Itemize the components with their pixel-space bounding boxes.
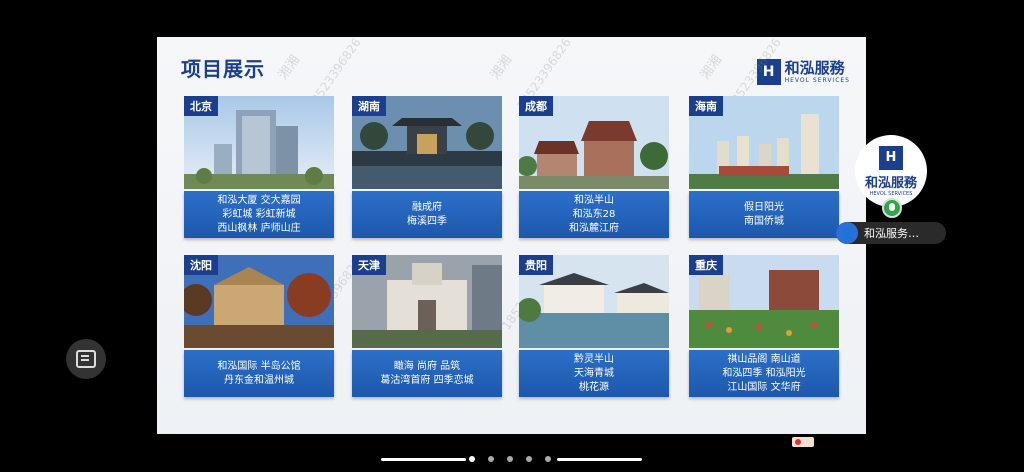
floating-logo-cn: 和泓服務 (864, 175, 917, 191)
project-line: 和泓四季 和泓阳光 (722, 367, 806, 379)
project-line: 江山国际 文华府 (727, 381, 801, 393)
project-photo: 沈阳 (184, 255, 334, 348)
project-card-hunan[interactable]: 湖南 融成府 梅溪四季 (352, 96, 502, 238)
project-card-hainan[interactable]: 海南 假日阳光 南国侨城 (689, 96, 839, 238)
brand-logo: H 和泓服務 HEVOL SERVICES (756, 58, 850, 85)
floating-logo-en: HEVOL SERVICES (869, 190, 913, 197)
project-line: 和泓麓江府 (569, 222, 619, 234)
region-tag: 天津 (352, 255, 386, 275)
project-line: 西山枫林 庐师山庄 (217, 222, 301, 234)
watermark: 湘湘 (276, 52, 304, 83)
project-card-chengdu[interactable]: 成都 和泓半山 和泓东28 和泓麓江府 (519, 96, 669, 238)
region-tag: 成都 (519, 96, 553, 116)
project-photo: 成都 (519, 96, 669, 189)
region-tag: 海南 (689, 96, 723, 116)
project-line: 丹东金和温州城 (224, 374, 294, 386)
project-list: 和泓半山 和泓东28 和泓麓江府 (519, 191, 669, 238)
chat-icon (76, 350, 96, 368)
project-list: 融成府 梅溪四季 (352, 191, 502, 238)
indicator-dot[interactable] (507, 456, 513, 462)
project-list: 和泓国际 半岛公馆 丹东金和温州城 (184, 350, 334, 397)
project-photo: 天津 (352, 255, 502, 348)
project-card-shenyang[interactable]: 沈阳 和泓国际 半岛公馆 丹东金和温州城 (184, 255, 334, 397)
logo-mark: H (879, 145, 903, 170)
user-icon: 👤 (836, 222, 858, 244)
project-photo: 湖南 (352, 96, 502, 189)
logo-text-cn: 和泓服務 (784, 58, 845, 77)
project-photo: 贵阳 (519, 255, 669, 348)
project-line: 和泓大厦 交大嘉园 (217, 194, 301, 206)
project-list: 黔灵半山 天海青城 桃花源 (519, 350, 669, 397)
watermark: 湘湘 (488, 52, 516, 83)
region-tag: 湖南 (352, 96, 386, 116)
project-list: 假日阳光 南国侨城 (689, 191, 839, 238)
chat-button[interactable] (66, 339, 106, 379)
project-card-beijing[interactable]: 北京 和泓大厦 交大嘉园 彩虹城 彩虹新城 西山枫林 庐师山庄 (184, 96, 334, 238)
project-line: 祺山品阁 南山道 (727, 353, 801, 365)
project-photo: 重庆 (689, 255, 839, 348)
indicator-bar (557, 458, 642, 461)
project-line: 梅溪四季 (407, 215, 447, 227)
page-indicator (0, 452, 1024, 466)
page-title: 项目展示 (181, 57, 265, 81)
indicator-dot[interactable] (488, 456, 494, 462)
project-line: 和泓国际 半岛公馆 (217, 360, 301, 372)
project-list: 和泓大厦 交大嘉园 彩虹城 彩虹新城 西山枫林 庐师山庄 (184, 191, 334, 238)
project-line: 葛沽湾首府 四季恋城 (380, 374, 474, 386)
project-line: 南国侨城 (744, 215, 784, 227)
project-line: 和泓东28 (572, 208, 616, 220)
speaker-pill[interactable]: 👤 和泓服务… (836, 222, 946, 244)
project-line: 桃花源 (579, 381, 609, 393)
floating-logo-button[interactable]: H 和泓服務 HEVOL SERVICES (855, 135, 927, 207)
speaker-name: 和泓服务… (864, 227, 919, 240)
watermark: 湘湘 (698, 52, 726, 83)
project-line: 融成府 (412, 201, 442, 213)
project-card-guiyang[interactable]: 贵阳 黔灵半山 天海青城 桃花源 (519, 255, 669, 397)
region-tag: 北京 (184, 96, 218, 116)
project-line: 彩虹城 彩虹新城 (222, 208, 296, 220)
project-photo: 海南 (689, 96, 839, 189)
logo-text-en: HEVOL SERVICES (784, 76, 850, 84)
badge-icon (792, 437, 814, 447)
project-photo: 北京 (184, 96, 334, 189)
project-line: 天海青城 (574, 367, 614, 379)
slide: 项目展示 H 和泓服務 HEVOL SERVICES 湘湘 1852339682… (157, 37, 866, 434)
mic-icon[interactable] (882, 198, 902, 218)
project-line: 瞰海 尚府 品筑 (393, 360, 461, 372)
project-card-chongqing[interactable]: 重庆 祺山品阁 南山道 和泓四季 和泓阳光 江山国际 文华府 (689, 255, 839, 397)
region-tag: 贵阳 (519, 255, 553, 275)
project-card-tianjin[interactable]: 天津 瞰海 尚府 品筑 葛沽湾首府 四季恋城 (352, 255, 502, 397)
project-line: 和泓半山 (574, 194, 614, 206)
project-list: 瞰海 尚府 品筑 葛沽湾首府 四季恋城 (352, 350, 502, 397)
region-tag: 沈阳 (184, 255, 218, 275)
project-line: 假日阳光 (744, 201, 784, 213)
project-list: 祺山品阁 南山道 和泓四季 和泓阳光 江山国际 文华府 (689, 350, 839, 397)
indicator-dot-active[interactable] (469, 456, 475, 462)
indicator-dot[interactable] (526, 456, 532, 462)
indicator-bar (381, 458, 466, 461)
region-tag: 重庆 (689, 255, 723, 275)
project-line: 黔灵半山 (574, 353, 614, 365)
indicator-dot[interactable] (545, 456, 551, 462)
